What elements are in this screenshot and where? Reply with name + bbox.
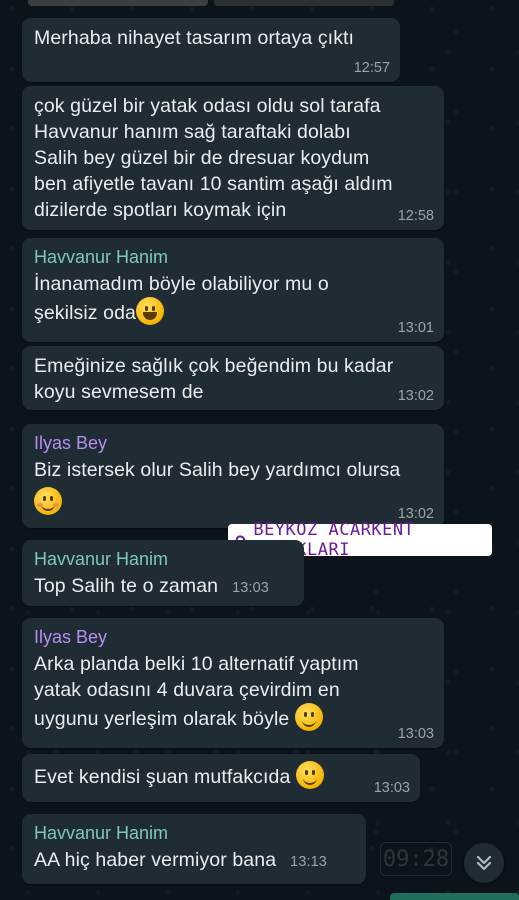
message-bubble[interactable]: Ilyas Bey Arka planda belki 10 alternati… bbox=[22, 618, 444, 748]
message-bubble[interactable]: Emeğinize sağlık çok beğendim bu kadar k… bbox=[22, 346, 444, 410]
sender-name[interactable]: Havvanur Hanim bbox=[34, 245, 432, 269]
sender-name[interactable]: Havvanur Hanim bbox=[34, 821, 354, 845]
message-bubble[interactable]: Havvanur Hanim İnanamadım böyle olabiliy… bbox=[22, 238, 444, 342]
previous-media-thumbnail[interactable] bbox=[28, 0, 208, 6]
previous-media-thumbnail[interactable] bbox=[214, 0, 394, 6]
message-bubble[interactable]: Havvanur Hanim AA hiç haber vermiyor ban… bbox=[22, 814, 366, 884]
message-text: Merhaba nihayet tasarım ortaya çıktı bbox=[34, 27, 355, 49]
clock-overlay: 09:28 bbox=[380, 842, 452, 876]
sender-name[interactable]: Havvanur Hanim bbox=[34, 547, 292, 571]
chevron-double-down-icon bbox=[476, 855, 492, 871]
message-time: 12:57 bbox=[353, 60, 390, 76]
smiling-face-emoji bbox=[294, 703, 323, 731]
message-time: 13:03 bbox=[397, 726, 434, 742]
message-bubble[interactable]: Havvanur Hanim Top Salih te o zaman 13:03 bbox=[22, 540, 304, 606]
message-text: Evet kendisi şuan mutfakcıda bbox=[34, 766, 291, 788]
scroll-to-bottom-button[interactable] bbox=[464, 843, 504, 883]
message-text: Biz istersek olur Salih bey yardımcı olu… bbox=[34, 459, 401, 481]
message-text: Top Salih te o zaman bbox=[34, 575, 219, 597]
sender-name[interactable]: Ilyas Bey bbox=[34, 431, 432, 455]
message-text: İnanamadım böyle olabiliyor mu o şekilsi… bbox=[34, 273, 329, 324]
message-bubble[interactable]: Evet kendisi şuan mutfakcıda 13:03 bbox=[22, 754, 420, 802]
smiling-face-emoji bbox=[295, 761, 324, 789]
grinning-face-emoji bbox=[136, 297, 164, 325]
message-bubble[interactable]: çok güzel bir yatak odası oldu sol taraf… bbox=[22, 86, 444, 230]
message-bubble[interactable]: Ilyas Bey Biz istersek olur Salih bey ya… bbox=[22, 424, 444, 528]
message-time: 13:13 bbox=[290, 854, 327, 870]
message-time: 13:01 bbox=[397, 320, 434, 336]
message-time: 12:58 bbox=[397, 208, 434, 224]
message-text: Emeğinize sağlık çok beğendim bu kadar k… bbox=[34, 355, 394, 403]
message-time: 13:03 bbox=[373, 780, 410, 796]
compose-bar-edge[interactable] bbox=[390, 893, 519, 900]
message-text: AA hiç haber vermiyor bana bbox=[34, 849, 277, 871]
message-time: 13:03 bbox=[232, 580, 269, 596]
hand-over-mouth-emoji bbox=[34, 487, 62, 515]
message-text: çok güzel bir yatak odası oldu sol taraf… bbox=[34, 95, 393, 221]
message-bubble[interactable]: Merhaba nihayet tasarım ortaya çıktı 12:… bbox=[22, 18, 400, 82]
message-time: 13:02 bbox=[397, 388, 434, 404]
sender-name[interactable]: Ilyas Bey bbox=[34, 625, 432, 649]
